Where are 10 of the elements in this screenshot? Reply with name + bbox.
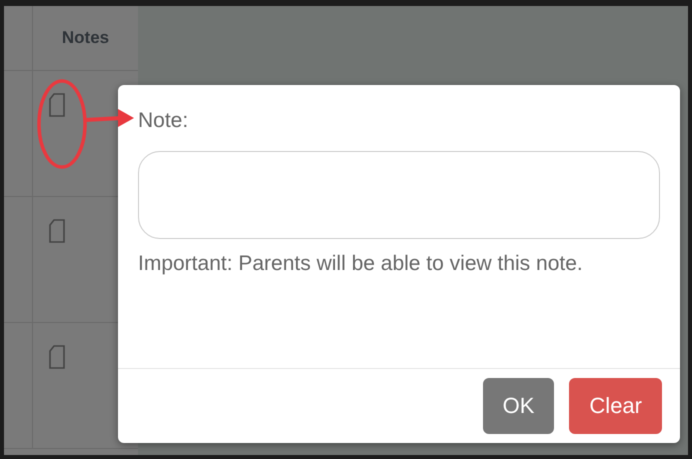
note-icon[interactable]	[48, 219, 66, 243]
pointer-arrow	[84, 109, 134, 127]
note-icon[interactable]	[48, 93, 66, 117]
note-input-field[interactable]	[138, 151, 660, 239]
important-message: Important: Parents will be able to view this note.	[138, 251, 584, 277]
note-label: Note:	[138, 109, 190, 133]
column-header: Notes	[62, 28, 110, 48]
clear-button[interactable]: Clear	[569, 378, 662, 434]
note-icon[interactable]	[48, 345, 66, 369]
ok-button[interactable]: OK	[482, 378, 554, 434]
